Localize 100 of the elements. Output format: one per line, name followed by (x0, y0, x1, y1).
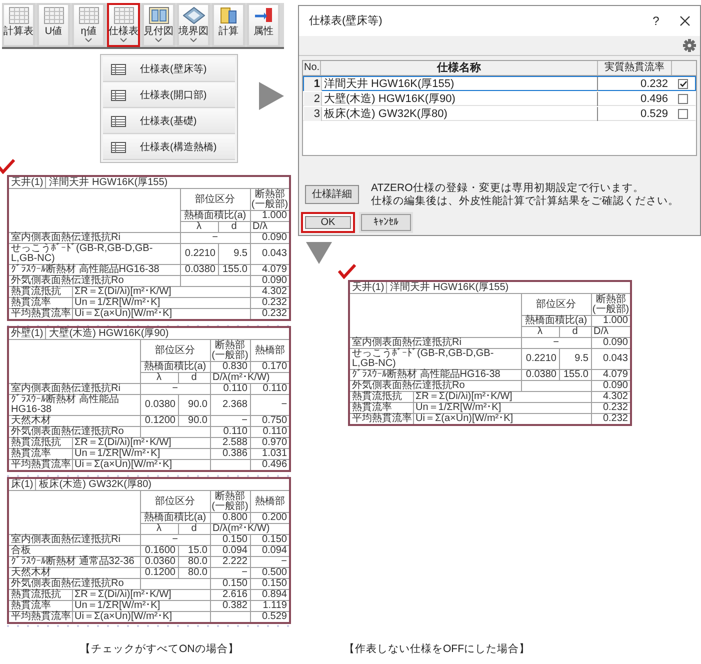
table-cell: 熱橋面積比(a) (521, 316, 591, 326)
close-icon[interactable] (680, 16, 690, 26)
toolbar-button[interactable]: η値 (72, 3, 105, 47)
note-text: 仕様の編集後は、外皮性能計算で計算結果をご確認ください。 (371, 195, 679, 208)
column-header: 熱橋部 (254, 496, 285, 506)
table-cell: ｸﾞﾗｽｳｰﾙ断熱材 高性能品HG16-38 (8, 394, 140, 416)
table-cell: 2.616 (210, 590, 250, 600)
table-cell: 室内側表面熱伝達抵抗Ri (8, 232, 180, 244)
dialog-button[interactable]: OK (301, 212, 355, 233)
table-cell: 平均熱貫流率 (8, 308, 72, 320)
toolbar-button[interactable]: 計算 (212, 3, 245, 47)
table-cell: ｸﾞﾗｽｳｰﾙ断熱材 通常品32-36 (8, 556, 140, 568)
table-cell: λ (180, 222, 218, 232)
table-cell-text: 洋間天井 HGW16K(厚155) (323, 77, 456, 91)
table-cell: 0.386 (210, 448, 250, 460)
diamond-icon (182, 7, 204, 24)
table-cell: 0.094 (210, 546, 250, 556)
table-cell: 平均熱貫流率 (8, 460, 72, 471)
table-cell: 部位区分 (140, 490, 210, 512)
table-cell: 熱貫流抵抗 (349, 392, 413, 402)
caption: 【チェックがすべてONの場合】 (80, 642, 240, 658)
table-title: 大壁(木造) HGW16K(厚90) (48, 328, 170, 339)
table-title: 洋間天井 HGW16K(厚155) (48, 177, 169, 188)
table-cell: 15.0 (178, 546, 210, 556)
detail-button[interactable]: 仕様詳細 (305, 185, 359, 204)
table-cell: 2.368 (210, 394, 250, 416)
table-cell: 0.1600 (140, 546, 178, 556)
table-cell: ΣR＝Σ(Di/λi)[m²･K/W] (72, 438, 210, 448)
table-cell: 0.800 (210, 512, 250, 524)
table-cell: 0.496 (597, 92, 671, 106)
toolbar-button[interactable]: U値 (37, 3, 70, 47)
table-cell: 0.110 (210, 426, 250, 438)
list-icon (111, 90, 126, 100)
column-header: 断熱部 (215, 492, 245, 502)
menu-item[interactable]: 仕様表(壁床等) (103, 57, 235, 82)
table-cell: D/λ(m²･K/W) (210, 372, 290, 384)
table-cell: 90.0 (178, 416, 210, 426)
table-title: 洋間天井 HGW16K(厚155) (389, 282, 510, 293)
table-cell: 天然木材 (8, 416, 140, 426)
table-cell: 熱貫流率 (8, 600, 72, 612)
list-row[interactable]: 3 板床(木造) GW32K(厚80) 0.529 (303, 106, 696, 121)
table-cell: 0.150 (250, 534, 290, 546)
menu-item[interactable]: 仕様表(開口部) (103, 83, 235, 108)
table-cell: Ui＝Σ(a×Un)[W/m²･K] (72, 612, 210, 623)
table-cell: 熱貫流率 (8, 298, 72, 308)
settings-icon[interactable] (683, 39, 696, 52)
flag-icon (254, 7, 274, 24)
list-row[interactable]: 1 洋間天井 HGW16K(厚155) 0.232 (303, 76, 696, 91)
table-cell: 0.232 (591, 402, 631, 414)
toolbar-button[interactable]: 境界図 (177, 3, 210, 47)
table-title: 板床(木造) GW32K(厚80) (38, 479, 152, 490)
table-cell: 0.529 (597, 107, 671, 121)
down-arrow-icon (306, 242, 332, 264)
list-row[interactable]: 2 大壁(木造) HGW16K(厚90) 0.496 (303, 91, 696, 106)
table-cell: 室内側表面熱伝達抵抗Ri (349, 338, 521, 348)
column-header: (一般部) (212, 502, 248, 512)
menu-item[interactable]: 仕様表(基礎) (103, 109, 235, 134)
dialog-button[interactable]: ｷｬﾝｾﾙ (359, 212, 413, 233)
table-cell: d (178, 372, 210, 384)
toolbar-button[interactable]: 属性 (247, 3, 280, 47)
table-cell: 0.110 (250, 426, 290, 438)
help-button[interactable]: ? (646, 12, 666, 30)
table-cell: 1.000 (250, 210, 290, 222)
checkbox[interactable] (678, 109, 688, 119)
table-cell: 0.0360 (140, 556, 178, 568)
toolbar-button[interactable]: 計算表 (2, 3, 35, 47)
table-cell: D/λ (250, 222, 290, 232)
column-header: 熱橋部 (254, 346, 285, 356)
toolbar-button[interactable]: 見付図 (142, 3, 175, 47)
table-cell: 熱橋面積比(a) (140, 512, 210, 524)
table-cell: 1.000 (591, 316, 631, 326)
table-cell: Un＝1/ΣR[W/m²･K] (413, 402, 591, 414)
table-cell: d (559, 326, 591, 338)
table-cell: 0.090 (591, 380, 631, 392)
table-cell: ΣR＝Σ(Di/λi)[m²･K/W] (413, 392, 591, 402)
right-arrow-icon (259, 82, 284, 110)
grid-sheet-icon (114, 7, 134, 24)
table-cell-text: 大壁(木造) HGW16K(厚90) (323, 92, 456, 106)
table-cell: 外気側表面熱伝達抵抗Ro (8, 276, 180, 286)
table-cell: 0.750 (250, 416, 290, 426)
table-cell: 部位区分 (140, 340, 210, 362)
table-cell: ｸﾞﾗｽｳｰﾙ断熱材 高性能品HG16-38 (8, 264, 180, 276)
table-cell: 0.094 (250, 546, 290, 556)
table-cell: 0.110 (210, 384, 250, 394)
check-mark-icon (0, 159, 15, 174)
table-cell: 天然木材 (8, 568, 140, 578)
grid-sheet-icon (78, 7, 98, 24)
column-header: (一般部) (251, 200, 288, 210)
column-header: 実質熱貫流率 (598, 61, 672, 75)
table-cell: 0.200 (250, 512, 290, 524)
table-cell: Un＝1/ΣR[W/m²･K] (72, 600, 210, 612)
menu-item[interactable]: 仕様表(構造熱橋) (103, 135, 235, 160)
table-cell: 平均熱貫流率 (8, 612, 72, 623)
checkbox[interactable] (678, 79, 688, 89)
table-cell: d (178, 524, 210, 534)
table-cell: ΣR＝Σ(Di/λi)[m²･K/W] (72, 590, 210, 600)
table-cell: λ (521, 326, 559, 338)
checkbox[interactable] (678, 94, 688, 104)
table-cell: 熱貫流抵抗 (8, 590, 72, 600)
note-text: ATZERO仕様の登録・変更は専用初期設定で行います。 (371, 182, 645, 195)
